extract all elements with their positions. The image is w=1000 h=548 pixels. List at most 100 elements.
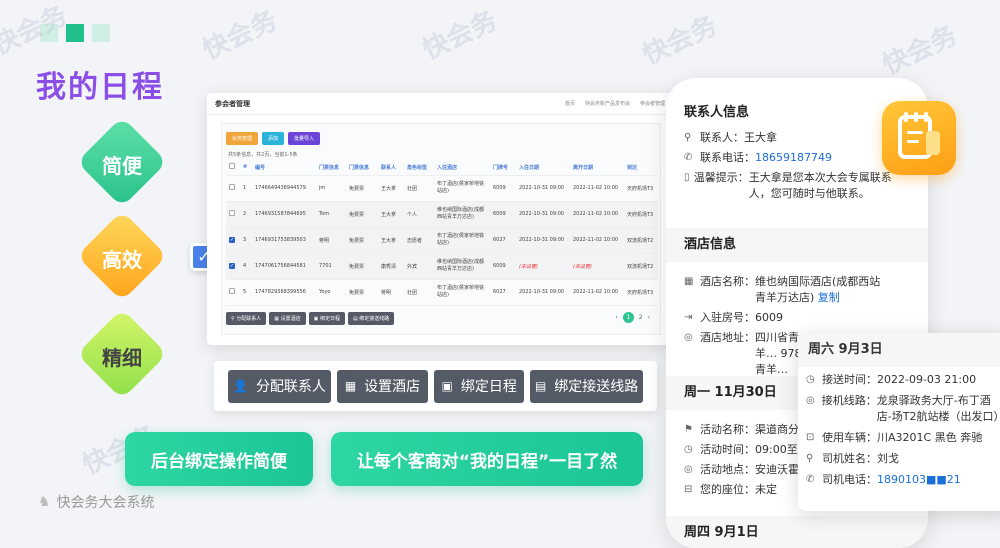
table-cell: 免费票 [346,175,378,202]
section-title: 联系人信息 [684,105,750,120]
table-cell: 天府机场T3 [624,175,658,202]
batch-import-button[interactable]: 批量导入 [288,132,321,145]
table-cell: Tom [316,201,346,228]
person-icon: 👤 [232,379,248,393]
table-cell: 5 [240,279,252,306]
section-title: 酒店信息 [684,237,737,252]
table-cell: 王大拿 [378,227,404,254]
table-row[interactable]: ✓ 3 1746931753839503 蒋明 免费票 王大拿 志愿者 布丁酒店(侯家桥地铁站… [226,227,658,254]
shuttle-time-row: ◷ 接送时间： 2022-09-03 21:00 [806,373,977,386]
assign-contact-button[interactable]: ⚲ 分配联系人 [226,312,267,325]
watermark: 快会务 [198,5,282,66]
watermark: 快会务 [418,5,502,66]
table-cell: 康秀清 [378,253,404,280]
table-cell: 天府机场T3 [624,279,658,306]
column-header: 入住酒店 [434,160,490,176]
prev-page-button[interactable]: ‹ [615,314,617,321]
table-cell: 王大拿 [378,175,404,202]
brand-name: 快会务大会系统 [56,495,155,511]
action-button-bar: 👤 分配联系人 ▦ 设置酒店 ▣ 绑定日程 ▤ 绑定接送线路 [214,361,657,411]
add-button[interactable]: 添加 [262,132,285,145]
hotel-icon: ▦ [344,379,357,393]
table-cell: 布丁酒店(侯家桥地铁站店) [434,227,490,254]
assign-contact-big-button[interactable]: 👤 分配联系人 [228,369,331,403]
driver-phone-link[interactable]: 1890103■■21 [877,472,961,488]
table-cell: 蒋明 [378,279,404,306]
table-row[interactable]: 5 1747829368399556 Yoyo 免费票 蒋明 社团 布丁酒店(侯家桥地铁站店… [226,279,658,306]
admin-window: 参会者管理 首页 快会务新产品发布会 参会者管理 会务管理 添加 批量导入 共5… [207,93,673,345]
flag-icon: ⚑ [684,424,693,435]
hotel-name-row: ▦ 酒店名称： 维也纳国际酒店(成都西站青羊万达店) 复制 [684,275,881,304]
clock-icon: ◷ [684,444,693,455]
shuttle-card-title: 周六 9月3日 [798,333,1000,367]
button-label: 绑定接送线路 [554,379,639,395]
table-cell: 2022-10-31 09:00 [516,201,570,228]
table-cell: 6009 [490,175,516,202]
table-cell: 1746931587844695 [252,201,316,228]
copy-link[interactable]: 复制 [818,291,840,304]
phone-icon: ✆ [684,152,693,163]
next-page-button[interactable]: › [648,314,650,321]
meeting-manage-button[interactable]: 会务管理 [226,132,259,145]
feature-label: 精细 [102,346,142,370]
bind-shuttle-big-button[interactable]: ▤ 绑定接送线路 [530,369,643,403]
button-label: 设置酒店 [364,379,421,395]
table-cell: 外宾 [404,253,434,280]
set-hotel-button[interactable]: ▦ 设置酒店 [269,312,306,325]
bottom-actions: ⚲ 分配联系人 ▦ 设置酒店 ▣ 绑定日程 ▤ 绑定接送线路 [226,312,395,325]
car-icon: ⊡ [806,432,815,443]
record-info: 共5条信息，共2页，当前1-5条 [228,152,298,158]
select-all-checkbox[interactable] [229,163,235,170]
table-cell: 1747061756844581 [252,253,316,280]
person-icon: ⚲ [684,132,692,143]
notepad-icon [898,112,940,159]
table-row[interactable]: 2 1746931587844695 Tom 免费票 王大拿 个人 维也纳国际酒店(成都西站… [226,201,658,228]
bind-schedule-button[interactable]: ▣ 绑定日程 [308,312,345,325]
clock-icon: ◷ [806,374,815,385]
pagination: ‹ 1 2 › [615,312,650,323]
table-cell: Yoyo [316,279,346,306]
breadcrumb-item[interactable]: 首页 [565,100,575,107]
table-row[interactable]: ✓ 4 1747061756844581 7701 免费票 康秀清 外宾 维也纳国际酒店(成都… [226,253,658,280]
row-checkbox[interactable] [229,184,235,190]
table-cell: 天府机场T3 [624,201,658,228]
table-row[interactable]: 1 1746649436944579 jm 免费票 王大拿 社团 布丁酒店(侯家桥地铁站店)… [226,175,658,202]
page-title: 我的日程 [36,70,164,105]
table-cell [226,175,240,202]
location-icon: ◎ [684,332,693,343]
table-cell: 4 [240,253,252,280]
watermark: 快会务 [878,20,962,81]
table-cell: 2022-11-02 10:00 [570,201,624,228]
page-1-button[interactable]: 1 [622,312,634,323]
column-header: 离开日期 [570,160,624,176]
column-header: 入住日期 [516,160,570,176]
bind-schedule-big-button[interactable]: ▣ 绑定日程 [434,369,525,403]
table-cell: 1746931753839503 [252,227,316,254]
row-checkbox[interactable] [229,210,235,216]
row-checkbox[interactable] [229,288,235,294]
table-cell: 个人 [404,201,434,228]
set-hotel-big-button[interactable]: ▦ 设置酒店 [336,369,429,403]
table-cell: 2022-10-31 09:00 [516,175,570,202]
table-cell: 6009 [490,201,516,228]
contact-tip-row: ▯ 温馨提示： 王大拿是您本次大会专属联系人，您可随时与他联系。 [684,171,892,200]
table-cell: jm [316,175,346,202]
bind-shuttle-button[interactable]: ▤ 绑定接送线路 [347,312,395,325]
column-header: 门牌号 [490,160,516,176]
location-icon: ◎ [684,464,693,475]
hotel-room-row: ⇥ 入驻房号： 6009 [684,311,783,324]
row-checkbox[interactable]: ✓ [229,263,235,269]
table-cell: 维也纳国际酒店(成都西站青羊万达店) [434,253,490,280]
table-cell: ✓ [226,253,240,280]
contact-phone-link[interactable]: 18659187749 [755,150,832,166]
breadcrumb-item[interactable]: 快会务新产品发布会 [585,100,630,107]
column-header: 到达 [624,160,658,176]
breadcrumb-item: 参会者管理 [639,101,665,107]
row-checkbox[interactable]: ✓ [229,237,235,243]
location-icon: ◎ [806,395,815,406]
page-2-button[interactable]: 2 [639,314,643,321]
table-cell [226,201,240,228]
column-header: 门票信息 [316,160,346,176]
bus-icon: ▤ [534,379,547,393]
select-all-header[interactable] [226,160,240,176]
